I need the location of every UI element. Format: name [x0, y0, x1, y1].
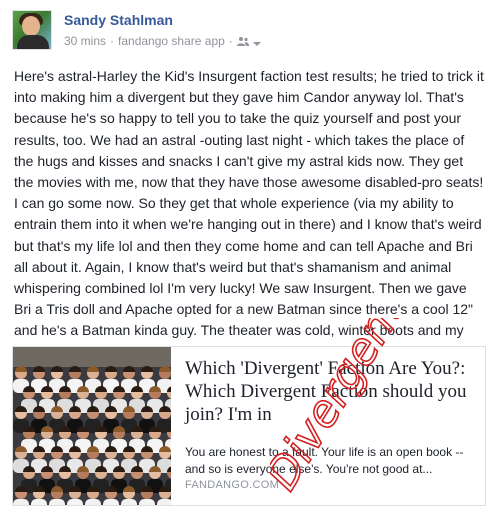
meta-separator-2: ·	[228, 34, 233, 48]
avatar-face	[22, 16, 40, 36]
post-body: Here's astral-Harley the Kid's Insurgent…	[14, 68, 484, 360]
avatar[interactable]	[12, 10, 52, 50]
avatar-body	[17, 35, 49, 49]
link-preview-body: Which 'Divergent' Faction Are You?: Whic…	[185, 357, 475, 478]
friends-icon[interactable]	[236, 36, 249, 46]
link-preview-description: You are honest to a fault. Your life is …	[185, 445, 464, 476]
post-source[interactable]: fandango share app	[118, 34, 225, 48]
link-preview-domain: FANDANGO.COM	[185, 479, 280, 491]
link-preview-image[interactable]	[13, 347, 171, 505]
meta-separator: ·	[110, 34, 115, 48]
post-meta: 30 mins · fandango share app ·	[64, 34, 261, 48]
timestamp[interactable]: 30 mins	[64, 34, 106, 48]
post-header: Sandy Stahlman 30 mins · fandango share …	[12, 10, 488, 56]
chevron-down-icon[interactable]	[252, 37, 261, 46]
author-name[interactable]: Sandy Stahlman	[64, 12, 173, 28]
link-preview-title[interactable]: Which 'Divergent' Faction Are You?: Whic…	[185, 357, 475, 426]
link-preview-card[interactable]: Which 'Divergent' Faction Are You?: Whic…	[12, 346, 486, 506]
